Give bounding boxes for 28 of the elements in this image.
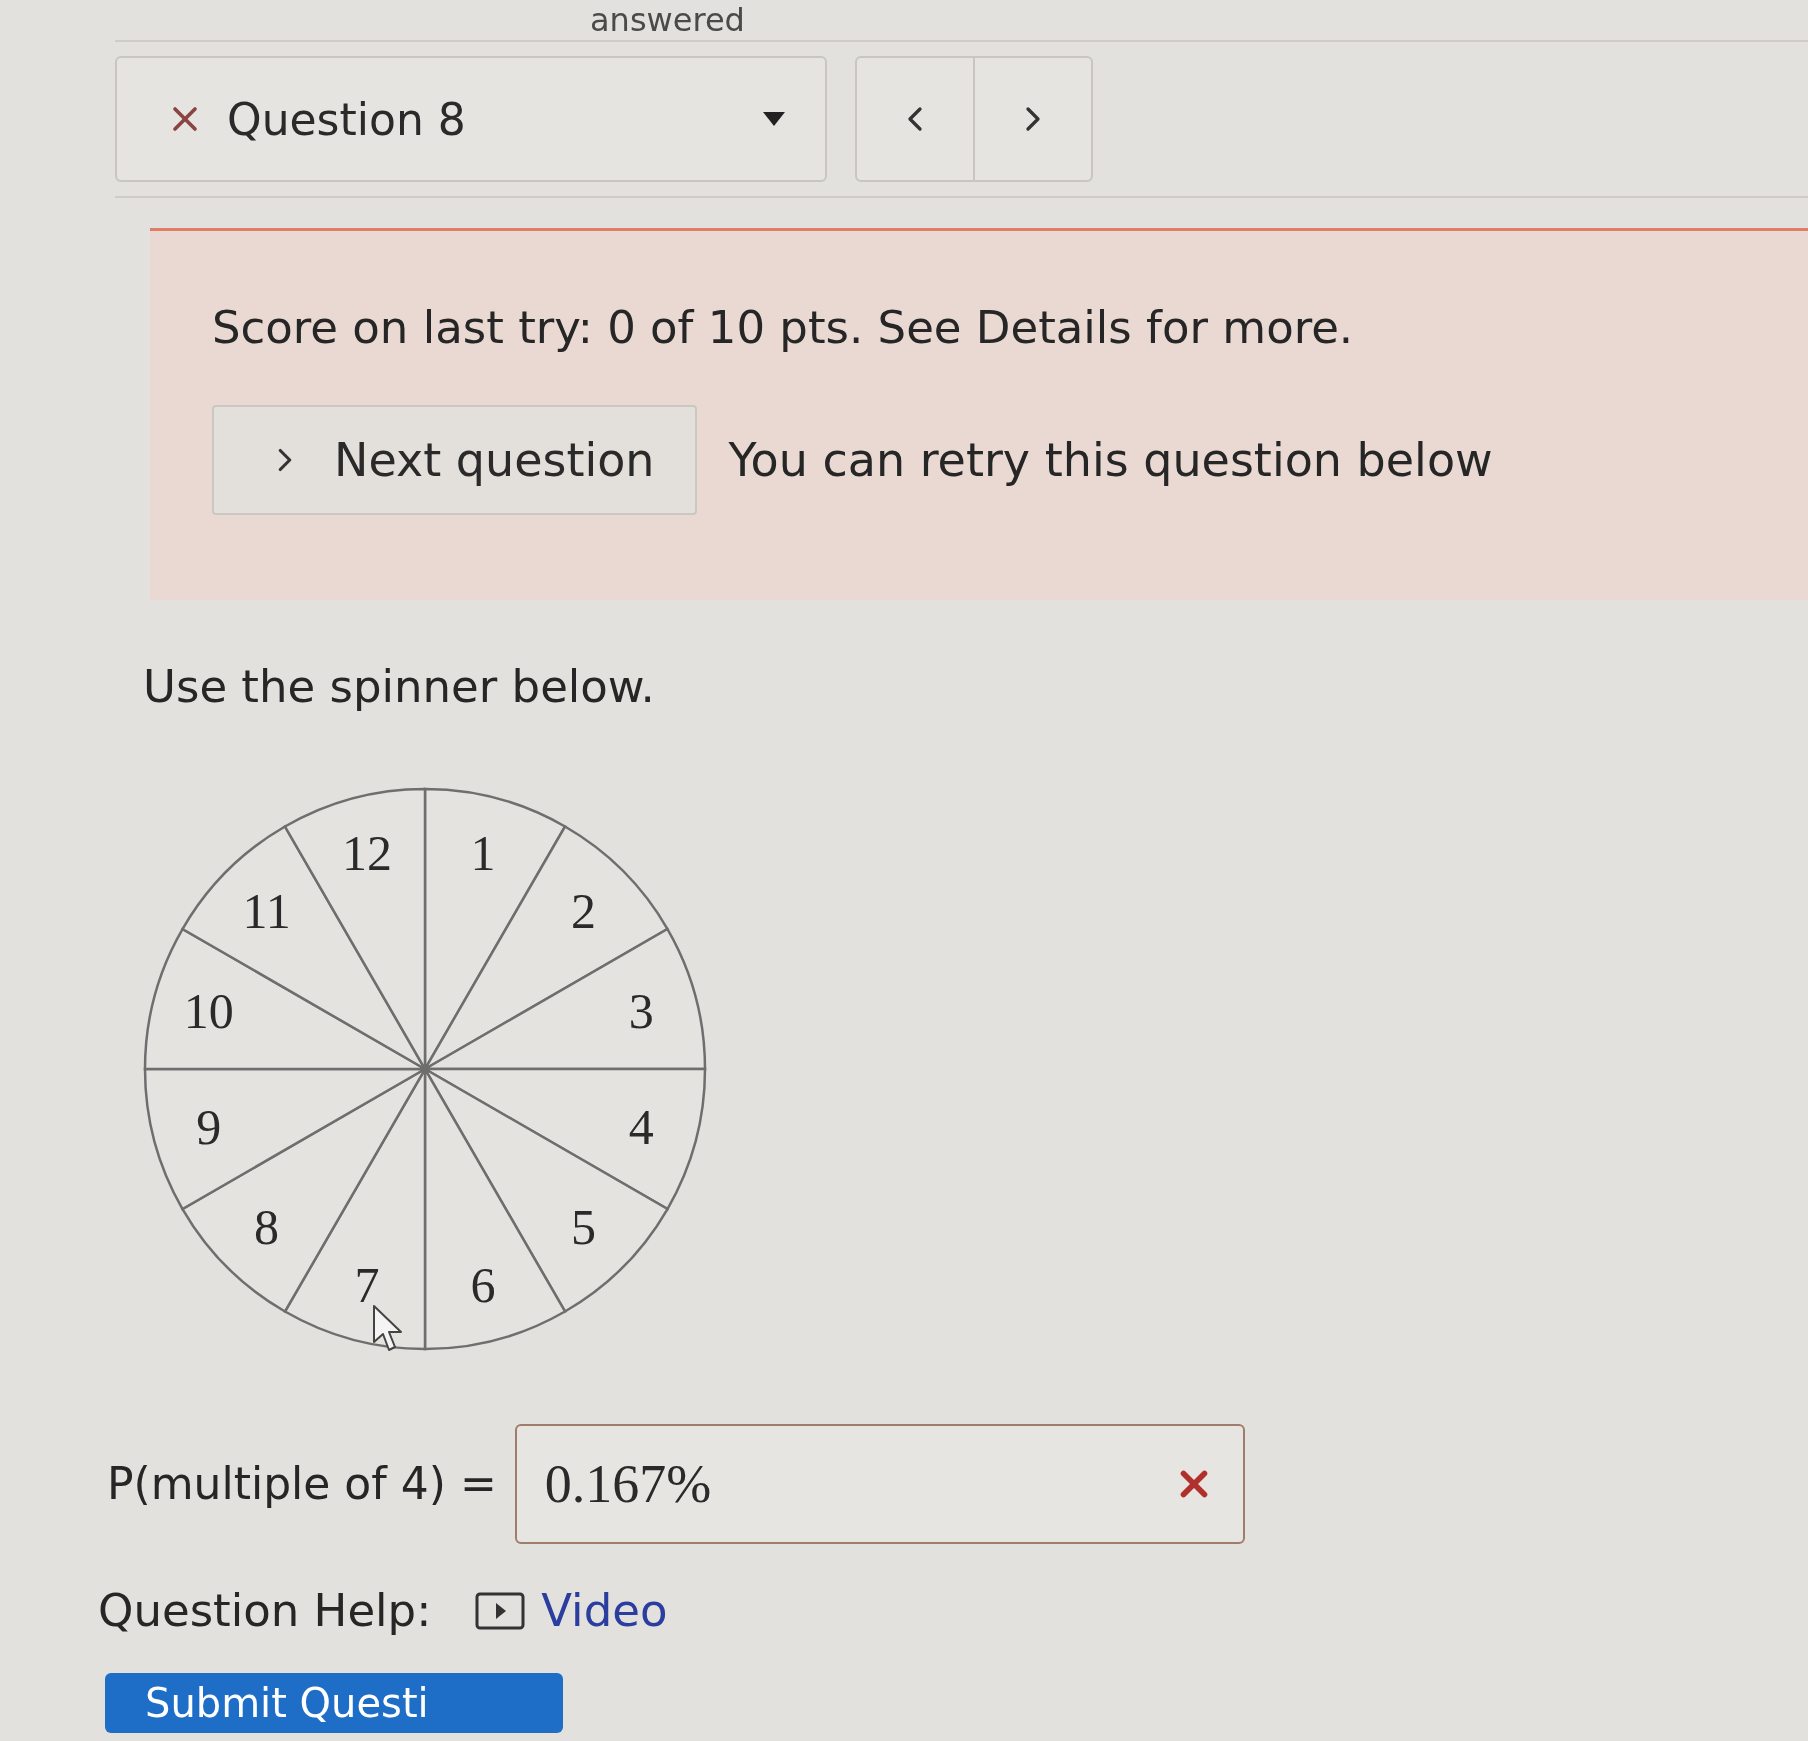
sector-number: 9 — [196, 1099, 222, 1155]
answer-field[interactable]: 0.167% — [514, 1424, 1245, 1544]
sector-number: 3 — [628, 983, 654, 1039]
mouse-pointer-icon — [372, 1304, 404, 1354]
sector-number: 12 — [342, 824, 392, 881]
sector-number: 7 — [354, 1257, 380, 1314]
sector-number: 2 — [570, 882, 596, 939]
sector-number: 4 — [628, 1099, 654, 1155]
video-play-icon — [475, 1592, 526, 1630]
sector-number: 5 — [570, 1199, 596, 1256]
retry-text: You can retry this question below — [728, 433, 1493, 487]
score-text: Score on last try: 0 of 10 pts. See Details for more. — [212, 301, 1355, 355]
next-question-arrow-button[interactable] — [973, 56, 1093, 182]
previous-question-button[interactable] — [855, 56, 975, 182]
next-question-button[interactable]: Next question — [212, 405, 697, 515]
submit-question-button[interactable]: Submit Questi — [105, 1673, 563, 1733]
sector-number: 11 — [242, 882, 291, 939]
sector-number: 8 — [254, 1199, 280, 1256]
video-link[interactable]: Video — [475, 1584, 668, 1638]
caret-down-icon — [763, 112, 785, 126]
question-help-label: Question Help: — [98, 1584, 432, 1638]
question-prompt: Use the spinner below. — [143, 660, 655, 714]
sector-number: 1 — [470, 824, 496, 881]
sector-number: 6 — [470, 1257, 496, 1314]
sector-number: 10 — [183, 983, 234, 1039]
question-select[interactable]: Question 8 — [115, 56, 827, 182]
status-text: answered — [590, 0, 745, 40]
answer-label: P(multiple of 4) = — [107, 1457, 497, 1511]
